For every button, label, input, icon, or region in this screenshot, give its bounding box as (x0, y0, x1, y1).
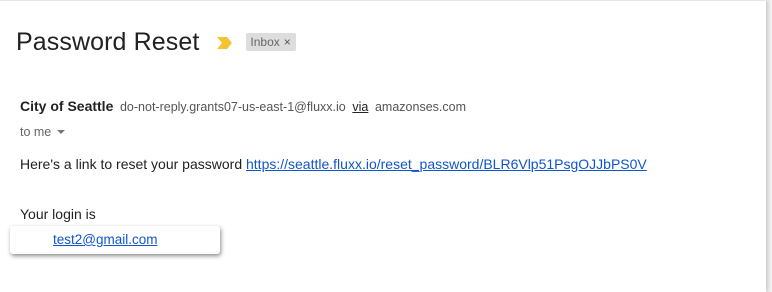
via-link[interactable]: via (352, 100, 368, 114)
sender-email: do-not-reply.grants07-us-east-1@fluxx.io (119, 100, 346, 114)
reset-text: Here's a link to reset your password (20, 156, 246, 172)
sender-row: City of Seattle do-not-reply.grants07-us… (20, 98, 466, 114)
sender-name: City of Seattle (20, 98, 114, 114)
chevron-down-icon[interactable] (57, 130, 66, 134)
email-view: Password Reset Inbox × City of Seattle d… (0, 0, 766, 292)
subject-row: Password Reset Inbox × (16, 25, 296, 59)
login-email-link[interactable]: test2@gmail.com (53, 232, 158, 247)
reset-password-link[interactable]: https://seattle.fluxx.io/reset_password/… (246, 156, 647, 172)
reset-paragraph: Here's a link to reset your password htt… (20, 156, 647, 172)
recipient-text: to me (20, 125, 52, 139)
via-domain: amazonses.com (374, 100, 466, 114)
login-email-card: test2@gmail.com (10, 226, 220, 254)
login-text: Your login is (20, 206, 96, 222)
inbox-label-chip: Inbox × (246, 33, 296, 51)
inbox-label-text: Inbox (250, 35, 280, 49)
remove-label-icon[interactable]: × (284, 33, 291, 51)
email-subject: Password Reset (16, 27, 200, 56)
importance-marker-icon[interactable] (217, 36, 233, 50)
recipient-row: to me (20, 125, 66, 139)
